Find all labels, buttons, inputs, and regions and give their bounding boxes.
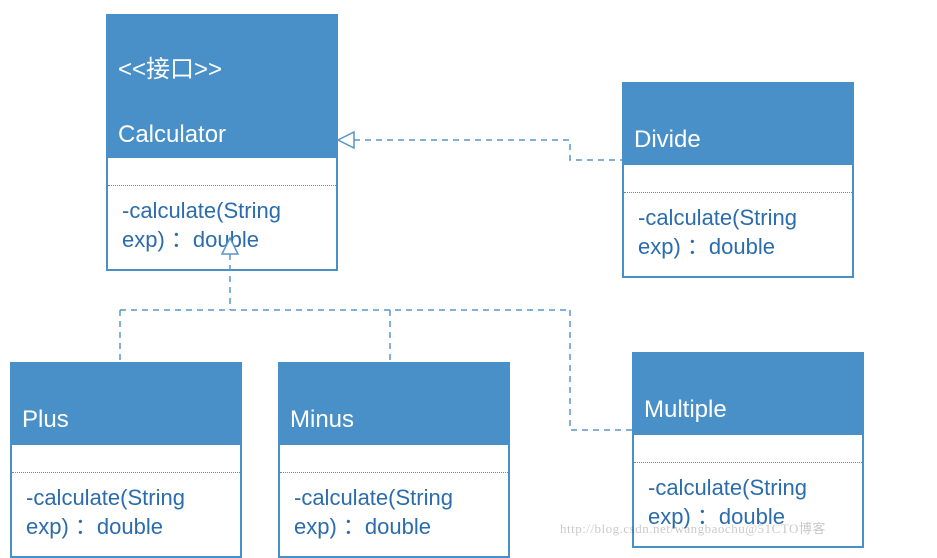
class-name-text: Minus — [290, 406, 354, 433]
class-methods: -calculate(String exp) ：double — [108, 186, 336, 269]
stereotype-text: <<接口>> — [118, 56, 222, 83]
class-minus-header: Minus — [280, 364, 508, 445]
realization-line-divide — [354, 140, 622, 160]
realization-line-multiple — [570, 310, 632, 430]
class-name-text: Multiple — [644, 396, 727, 423]
class-calculator-header: <<接口>> Calculator — [108, 16, 336, 158]
class-attributes-empty — [634, 435, 862, 463]
class-divide: Divide -calculate(String exp) ：double — [622, 82, 854, 278]
class-plus: Plus -calculate(String exp) ：double — [10, 362, 242, 558]
class-attributes-empty — [624, 165, 852, 193]
class-attributes-empty — [280, 445, 508, 473]
class-methods: -calculate(String exp) ：double — [280, 473, 508, 556]
class-calculator: <<接口>> Calculator -calculate(String exp)… — [106, 14, 338, 271]
class-methods: -calculate(String exp) ：double — [624, 193, 852, 276]
class-multiple-header: Multiple — [634, 354, 862, 435]
class-methods: -calculate(String exp) ：double — [12, 473, 240, 556]
watermark-text: http://blog.csdn.net/wangbaochu@51CTO博客 — [560, 518, 826, 537]
class-name-text: Divide — [634, 126, 701, 153]
class-plus-header: Plus — [12, 364, 240, 445]
class-name-text: Plus — [22, 406, 69, 433]
class-divide-header: Divide — [624, 84, 852, 165]
class-name-text: Calculator — [118, 121, 226, 148]
class-attributes-empty — [12, 445, 240, 473]
arrowhead-icon — [338, 132, 354, 148]
class-attributes-empty — [108, 158, 336, 186]
class-minus: Minus -calculate(String exp) ：double — [278, 362, 510, 558]
